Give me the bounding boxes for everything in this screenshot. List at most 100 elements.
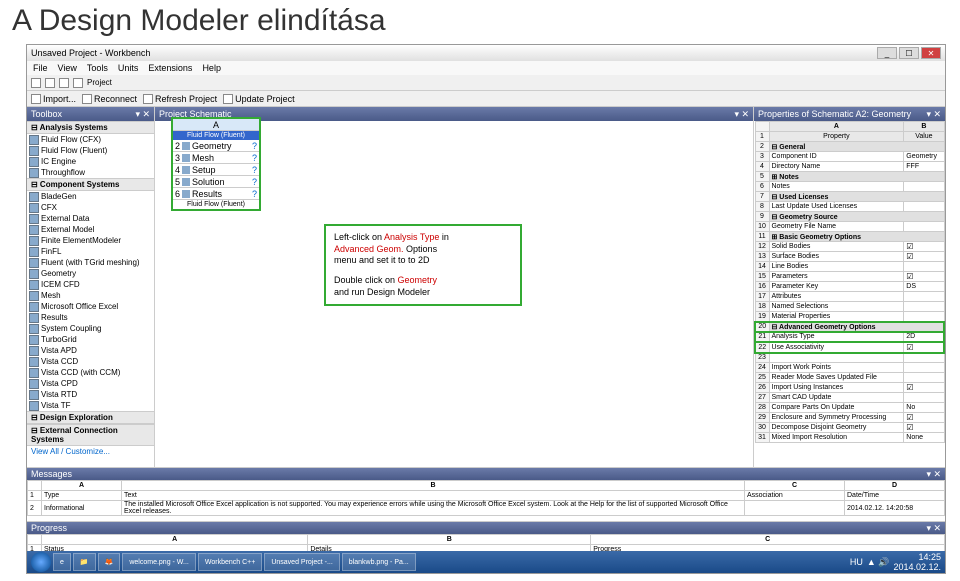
system-cell-setup[interactable]: 4Setup? [173, 164, 259, 176]
toolbox-item[interactable]: Vista CCD [27, 356, 154, 367]
properties-panel: Properties of Schematic A2: Geometry▾ ✕ … [753, 107, 945, 467]
property-row[interactable]: 31Mixed Import ResolutionNone [755, 433, 944, 443]
property-row[interactable]: 21Analysis Type2D [755, 332, 944, 342]
toolbox-item[interactable]: Results [27, 312, 154, 323]
project-icon[interactable] [73, 78, 83, 88]
taskbar-item[interactable]: Workbench C++ [198, 553, 262, 571]
toolbox-item[interactable]: Finite ElementModeler [27, 235, 154, 246]
toolbox-item[interactable]: System Coupling [27, 323, 154, 334]
toolbox-group[interactable]: ⊟ Component Systems [27, 178, 154, 191]
property-row[interactable]: 27Smart CAD Update [755, 393, 944, 403]
property-row[interactable]: 3Component IDGeometry [755, 152, 944, 162]
toolbox-item[interactable]: Geometry [27, 268, 154, 279]
system-cell-results[interactable]: 6Results? [173, 188, 259, 200]
property-row[interactable]: 17Attributes [755, 292, 944, 302]
taskbar-item[interactable]: welcome.png - W... [122, 553, 196, 571]
property-row[interactable]: 6Notes [755, 182, 944, 192]
system-cell-geometry[interactable]: 2Geometry? [173, 140, 259, 152]
toolbox-item[interactable]: Mesh [27, 290, 154, 301]
import-button[interactable]: Import... [31, 94, 76, 104]
property-row[interactable]: 14Line Bodies [755, 262, 944, 272]
property-row[interactable]: 23 [755, 353, 944, 363]
menu-help[interactable]: Help [202, 63, 221, 73]
toolbox-item[interactable]: Vista CCD (with CCM) [27, 367, 154, 378]
property-row[interactable]: 26Import Using Instances [755, 383, 944, 393]
property-row[interactable]: 5⊞ Notes [755, 172, 944, 182]
view-all-link[interactable]: View All / Customize... [27, 446, 154, 457]
property-row[interactable]: 16Parameter KeyDS [755, 282, 944, 292]
reconnect-button[interactable]: Reconnect [82, 94, 137, 104]
menubar: File View Tools Units Extensions Help [27, 61, 945, 75]
system-cell-mesh[interactable]: 3Mesh? [173, 152, 259, 164]
property-row[interactable]: 20⊟ Advanced Geometry Options [755, 322, 944, 332]
toolbox-item[interactable]: Vista APD [27, 345, 154, 356]
taskbar-ie[interactable]: e [53, 553, 71, 571]
toolbox-panel: Toolbox▾ ✕ ⊟ Analysis SystemsFluid Flow … [27, 107, 155, 467]
property-row[interactable]: 7⊟ Used Licenses [755, 192, 944, 202]
toolbox-group[interactable]: ⊟ Analysis Systems [27, 121, 154, 134]
toolbox-item[interactable]: Fluid Flow (CFX) [27, 134, 154, 145]
taskbar-lang[interactable]: HU [850, 557, 863, 567]
toolbox-item[interactable]: IC Engine [27, 156, 154, 167]
toolbox-group[interactable]: ⊟ External Connection Systems [27, 424, 154, 446]
toolbox-item[interactable]: Vista TF [27, 400, 154, 411]
toolbox-item[interactable]: FinFL [27, 246, 154, 257]
maximize-button[interactable]: ☐ [899, 47, 919, 59]
system-cell-solution[interactable]: 5Solution? [173, 176, 259, 188]
toolbar-1: Project [27, 75, 945, 91]
open-icon[interactable] [45, 78, 55, 88]
property-row[interactable]: 8Last Update Used Licenses [755, 202, 944, 212]
property-row[interactable]: 2⊟ General [755, 142, 944, 152]
toolbox-item[interactable]: Vista CPD [27, 378, 154, 389]
property-row[interactable]: 1PropertyValue [755, 132, 944, 142]
toolbox-item[interactable]: Fluent (with TGrid meshing) [27, 257, 154, 268]
toolbox-item[interactable]: Microsoft Office Excel [27, 301, 154, 312]
property-row[interactable]: 30Decompose Disjoint Geometry [755, 423, 944, 433]
system-title: Fluid Flow (Fluent) [173, 131, 259, 140]
start-button[interactable] [31, 552, 51, 572]
refresh-button[interactable]: Refresh Project [143, 94, 217, 104]
property-row[interactable]: 9⊟ Geometry Source [755, 212, 944, 222]
property-row[interactable]: 25Reader Mode Saves Updated File [755, 373, 944, 383]
analysis-system[interactable]: A Fluid Flow (Fluent) 2Geometry?3Mesh?4S… [171, 117, 261, 211]
property-row[interactable]: 15Parameters [755, 272, 944, 282]
property-row[interactable]: 12Solid Bodies [755, 242, 944, 252]
close-button[interactable]: ✕ [921, 47, 941, 59]
taskbar-item[interactable]: blankwb.png - Pa... [342, 553, 416, 571]
toolbox-group[interactable]: ⊟ Design Exploration [27, 411, 154, 424]
new-icon[interactable] [31, 78, 41, 88]
property-row[interactable]: 11⊞ Basic Geometry Options [755, 232, 944, 242]
toolbox-item[interactable]: External Model [27, 224, 154, 235]
toolbox-item[interactable]: External Data [27, 213, 154, 224]
toolbox-item[interactable]: TurboGrid [27, 334, 154, 345]
toolbox-item[interactable]: ICEM CFD [27, 279, 154, 290]
taskbar: e 📁 🦊 welcome.png - W... Workbench C++ U… [27, 551, 945, 573]
taskbar-item[interactable]: Unsaved Project -... [264, 553, 339, 571]
taskbar-explorer[interactable]: 📁 [73, 553, 96, 571]
property-row[interactable]: 13Surface Bodies [755, 252, 944, 262]
property-row[interactable]: 10Geometry File Name [755, 222, 944, 232]
property-row[interactable]: 29Enclosure and Symmetry Processing [755, 413, 944, 423]
save-icon[interactable] [59, 78, 69, 88]
property-row[interactable]: 28Compare Parts On UpdateNo [755, 403, 944, 413]
property-row[interactable]: 4Directory NameFFF [755, 162, 944, 172]
progress-title: Progress [31, 523, 67, 533]
menu-units[interactable]: Units [118, 63, 139, 73]
toolbox-item[interactable]: CFX [27, 202, 154, 213]
toolbox-item[interactable]: BladeGen [27, 191, 154, 202]
property-row[interactable]: 18Named Selections [755, 302, 944, 312]
property-row[interactable]: 22Use Associativity [755, 342, 944, 353]
minimize-button[interactable]: _ [877, 47, 897, 59]
taskbar-firefox[interactable]: 🦊 [98, 553, 121, 571]
menu-tools[interactable]: Tools [87, 63, 108, 73]
message-row[interactable]: 2InformationalThe installed Microsoft Of… [28, 501, 945, 516]
toolbox-item[interactable]: Throughflow [27, 167, 154, 178]
toolbox-item[interactable]: Vista RTD [27, 389, 154, 400]
menu-file[interactable]: File [33, 63, 48, 73]
property-row[interactable]: 19Material Properties [755, 312, 944, 322]
menu-extensions[interactable]: Extensions [148, 63, 192, 73]
menu-view[interactable]: View [58, 63, 77, 73]
property-row[interactable]: 24Import Work Points [755, 363, 944, 373]
toolbox-item[interactable]: Fluid Flow (Fluent) [27, 145, 154, 156]
update-button[interactable]: Update Project [223, 94, 295, 104]
